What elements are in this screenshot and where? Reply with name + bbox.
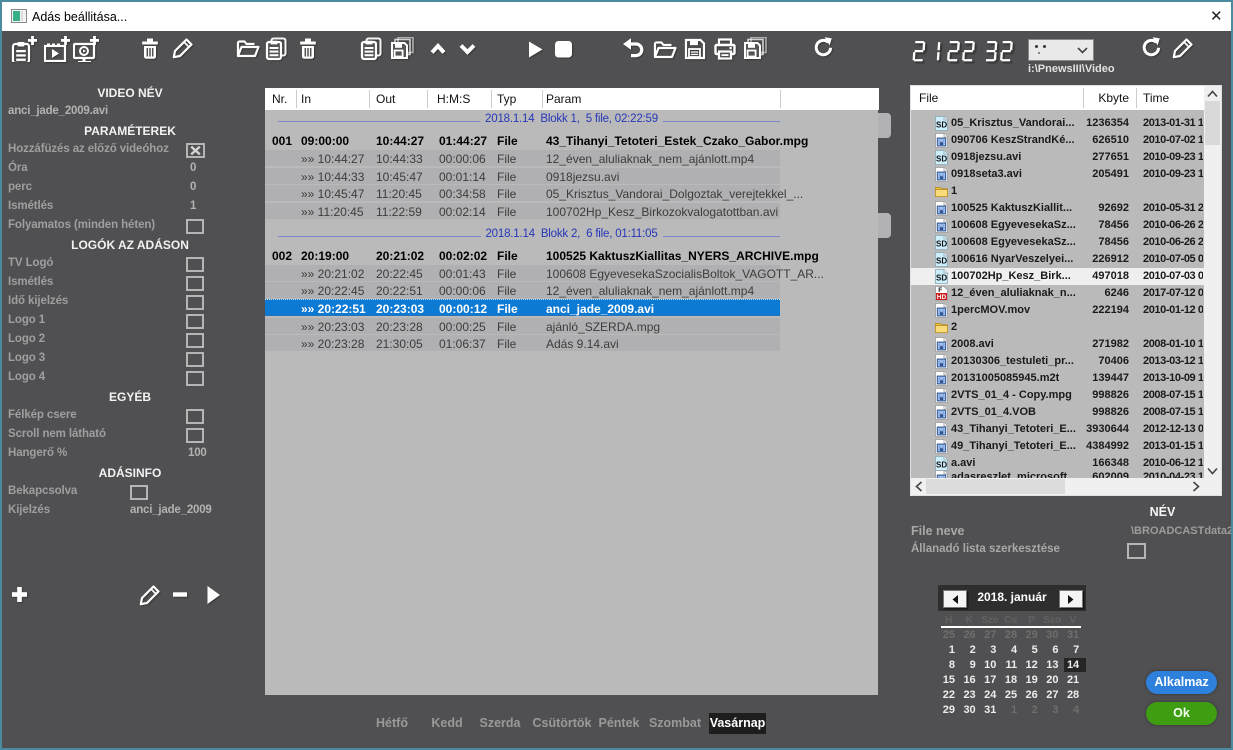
- svg-text:F: F: [938, 287, 942, 294]
- svg-text:SD: SD: [936, 257, 947, 266]
- svg-text:SD: SD: [936, 121, 947, 130]
- svg-text:SD: SD: [936, 240, 947, 249]
- svg-text:SD: SD: [936, 274, 947, 283]
- svg-text:HD: HD: [937, 294, 947, 301]
- svg-text:SD: SD: [936, 155, 947, 164]
